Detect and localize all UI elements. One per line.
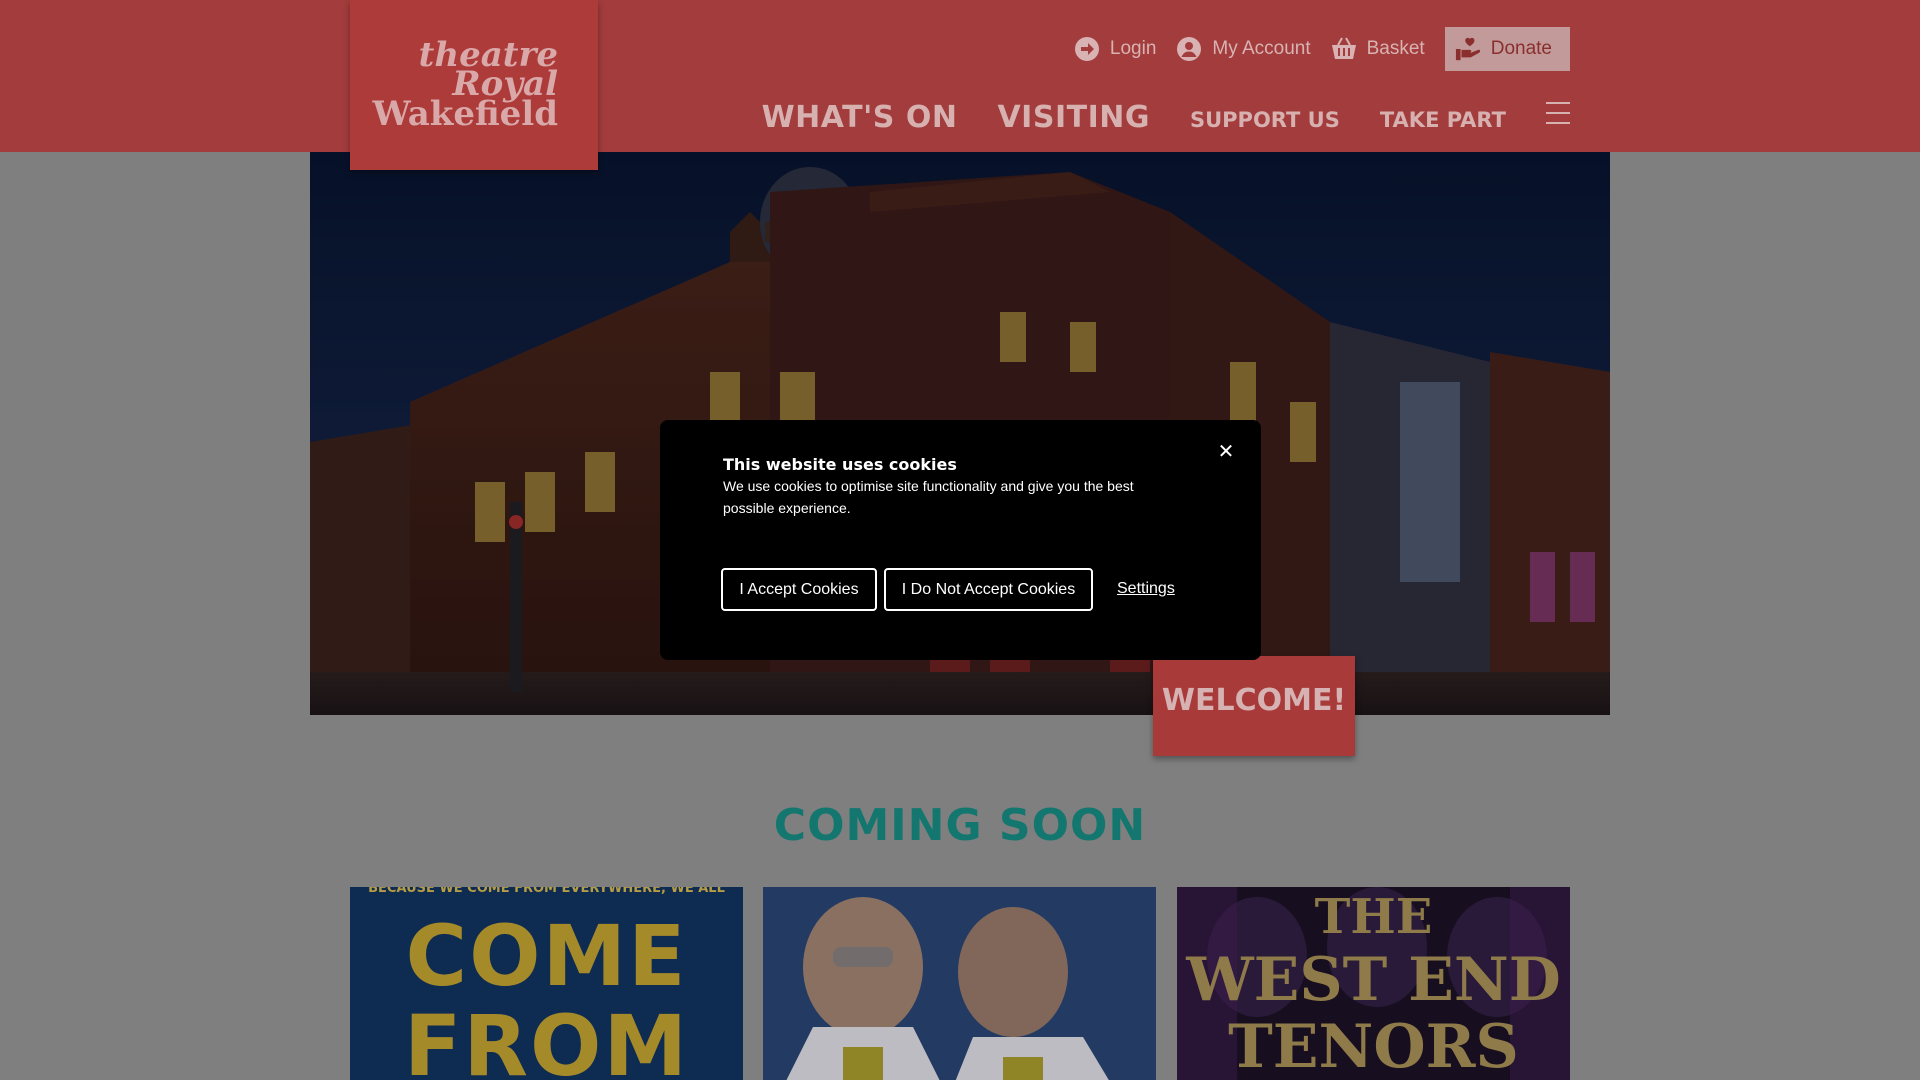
logo-line-wakefield: Wakefield xyxy=(372,94,559,134)
basket-label: Basket xyxy=(1366,38,1425,59)
show-card-come-from-away[interactable]: BECAUSE WE COME FROM EVERYWHERE, WE ALL … xyxy=(350,887,743,1080)
basket-link[interactable]: Basket xyxy=(1331,36,1425,62)
show-card-science[interactable] xyxy=(763,887,1156,1080)
poster-title-line2: WEST END xyxy=(1186,945,1561,1015)
decline-cookies-button[interactable]: I Do Not Accept Cookies xyxy=(884,568,1093,611)
nav-take-part[interactable]: TAKE PART xyxy=(1380,105,1506,135)
poster-title-line1: COME xyxy=(405,907,688,1005)
welcome-label: WELCOME! xyxy=(1161,682,1347,718)
nav-support-us[interactable]: SUPPORT US xyxy=(1190,105,1340,135)
user-icon xyxy=(1176,36,1202,62)
utility-nav: Login My Account Basket Donate xyxy=(1074,27,1570,71)
login-link[interactable]: Login xyxy=(1074,36,1157,62)
accept-cookies-button[interactable]: I Accept Cookies xyxy=(721,568,877,611)
poster-title-line3: TENORS xyxy=(1228,1012,1519,1080)
scientists-poster-illustration xyxy=(763,887,1156,1080)
cookie-title: This website uses cookies xyxy=(723,455,957,474)
poster-tagline: BECAUSE WE COME FROM EVERYWHERE, WE ALL xyxy=(368,887,725,896)
donate-button[interactable]: Donate xyxy=(1444,27,1570,71)
nav-visiting[interactable]: VISITING xyxy=(997,101,1150,135)
login-label: Login xyxy=(1109,38,1157,59)
cookie-settings-link[interactable]: Settings xyxy=(1117,580,1175,598)
heart-hand-icon xyxy=(1455,36,1481,62)
show-card-west-end-tenors[interactable]: THE WEST END TENORS xyxy=(1177,887,1570,1080)
main-nav: WHAT'S ON VISITING SUPPORT US TAKE PART xyxy=(762,95,1570,135)
menu-icon[interactable] xyxy=(1546,102,1570,124)
my-account-link[interactable]: My Account xyxy=(1176,36,1311,62)
welcome-badge: WELCOME! xyxy=(1153,656,1355,756)
donate-label: Donate xyxy=(1490,38,1552,59)
site-header: theatre Royal Wakefield Login My Account… xyxy=(0,0,1920,170)
basket-icon xyxy=(1331,36,1357,62)
coming-soon-heading: COMING SOON xyxy=(773,800,1147,851)
poster-title-line2: FROM xyxy=(403,997,690,1080)
cookie-description: We use cookies to optimise site function… xyxy=(723,478,1134,516)
poster-title-line1: THE xyxy=(1314,889,1433,945)
my-account-label: My Account xyxy=(1212,38,1311,59)
theatre-royal-wakefield-logo[interactable]: theatre Royal Wakefield xyxy=(350,0,598,170)
cookie-consent-dialog: This website uses cookies We use cookies… xyxy=(660,420,1261,660)
nav-whats-on[interactable]: WHAT'S ON xyxy=(762,101,958,135)
login-icon xyxy=(1074,36,1100,62)
close-icon[interactable]: ✕ xyxy=(1215,440,1237,462)
